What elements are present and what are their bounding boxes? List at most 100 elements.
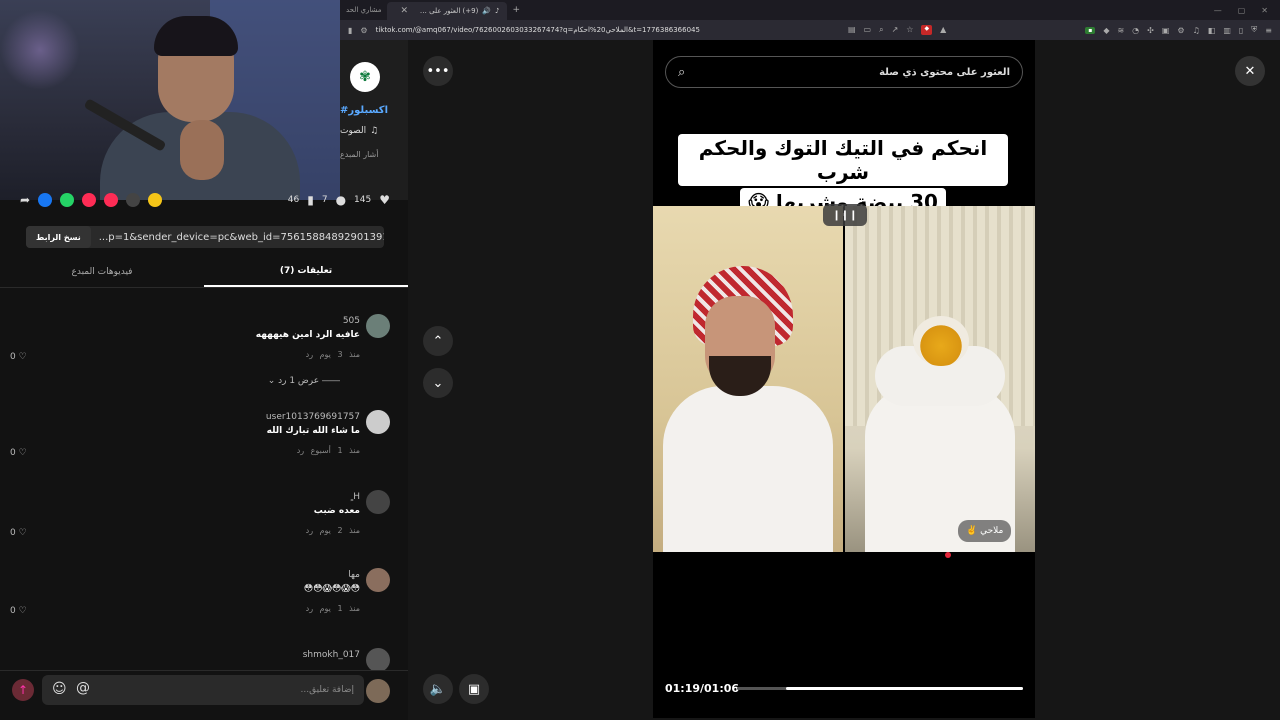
comment-author[interactable]: shmokh_017 <box>303 650 360 660</box>
extension-diamond-icon[interactable]: ◆ <box>1103 26 1109 35</box>
tab-comments[interactable]: (7) تعليقات <box>204 256 408 287</box>
comment-avatar[interactable] <box>366 568 390 592</box>
pip-mode-button[interactable]: ▣ <box>459 674 489 704</box>
share-page-icon[interactable]: ↗ <box>892 25 899 35</box>
hashtag-link[interactable]: #اكسبلور <box>340 105 388 116</box>
comment-input[interactable]: إضافة تعليق... <box>42 675 364 705</box>
pip-icon[interactable]: ▭ <box>864 25 872 35</box>
bookmark-save-icon[interactable]: ▮ <box>307 193 314 207</box>
comment-like[interactable]: 0 ♡ <box>10 528 27 538</box>
zoom-icon[interactable]: ⌕ <box>879 25 883 35</box>
tiktok-share-icon[interactable] <box>82 193 97 207</box>
recording-dot <box>945 552 951 558</box>
site-info-icon[interactable]: ⚙ <box>360 26 367 35</box>
heart-outline-icon: ♡ <box>18 352 27 362</box>
music-note-icon: ♫ <box>370 126 379 136</box>
tab-creator-videos[interactable]: فيديوهات المبدع <box>0 256 204 287</box>
copy-link-button[interactable]: نسخ الرابط <box>26 226 91 248</box>
menu-icon[interactable]: ≡ <box>1265 26 1272 35</box>
heart-outline-icon: ♡ <box>18 528 27 538</box>
heart-outline-icon: ♡ <box>18 448 27 458</box>
mention-icon[interactable]: @ <box>76 680 90 696</box>
music-icon[interactable]: ♫ <box>1193 26 1200 35</box>
shield-icon[interactable]: ⛨ <box>1251 25 1257 35</box>
comment-bubble-icon[interactable]: ● <box>336 193 346 207</box>
volume-button[interactable]: 🔈 <box>423 674 453 704</box>
warning-icon[interactable]: ▲ <box>940 25 946 35</box>
related-search-bar[interactable]: العثور على محتوى ذي صلة ⌕ <box>665 56 1023 88</box>
sidebar-icon[interactable]: ◧ <box>1208 26 1216 35</box>
comment-avatar[interactable] <box>366 410 390 434</box>
coin-icon[interactable] <box>148 193 163 207</box>
close-window-icon[interactable]: ✕ <box>1261 6 1268 15</box>
share-link-text[interactable]: ...p=1&sender_device=pc&web_id=756158848… <box>91 232 384 243</box>
close-tab-icon[interactable]: ✕ <box>395 6 413 16</box>
comment-composer: إضافة تعليق... ☺ @ ↑ <box>0 670 408 720</box>
profile-icon[interactable]: ▯ <box>1239 26 1243 35</box>
embed-icon[interactable] <box>126 193 141 207</box>
next-video-button[interactable]: ⌄ <box>423 368 453 398</box>
pinterest-icon[interactable] <box>104 193 119 207</box>
comment-like[interactable]: 0 ♡ <box>10 352 27 362</box>
comment-meta[interactable]: منذ 3 يوم رد <box>306 350 360 359</box>
extension-wifi-icon[interactable]: ≋ <box>1117 26 1124 35</box>
more-options-button[interactable]: ••• <box>423 56 453 86</box>
whatsapp-icon[interactable] <box>60 193 75 207</box>
address-bar: ▮ ⚙ tiktok.com/@amq067/video/76260026030… <box>340 20 1280 40</box>
close-video-button[interactable]: ✕ <box>1235 56 1265 86</box>
share-actions-row: ➦ 46 ▮ 7 ● 145 ♥ <box>20 190 390 210</box>
comment-text: عافيه الرد امين هيهههه <box>255 330 360 340</box>
browser-tab-prev[interactable]: مشاري الحد <box>340 6 387 14</box>
send-comment-button[interactable]: ↑ <box>12 679 34 701</box>
video-progress-bar[interactable] <box>737 687 1023 690</box>
comment-avatar[interactable] <box>366 314 390 338</box>
comment-item: shmokh_017 <box>10 648 390 670</box>
search-icon[interactable]: ⌕ <box>678 65 685 80</box>
facebook-icon[interactable] <box>38 193 53 207</box>
sound-row[interactable]: ♫ الصوت <box>340 126 378 136</box>
reader-icon[interactable]: ▤ <box>848 25 856 35</box>
likes-count: 145 <box>354 195 372 205</box>
comment-avatar[interactable] <box>366 648 390 670</box>
maximize-icon[interactable]: ▢ <box>1238 6 1246 15</box>
previous-video-button[interactable]: ⌃ <box>423 326 453 356</box>
comment-author[interactable]: user1013769691757 <box>266 412 360 422</box>
comment-meta[interactable]: منذ 2 يوم رد <box>306 526 360 535</box>
comment-item: مها 😳😱😳😱😳😳 منذ 1 يوم رد 0 ♡ <box>10 568 390 628</box>
share-arrow-icon[interactable]: ➦ <box>20 193 30 207</box>
brave-shield-icon[interactable]: ◆ <box>921 25 933 35</box>
screen: مشاري الحد ♪ 🔊 (9+) العثور على "احكام ال… <box>0 0 1280 720</box>
caption-line-1: انحكم في التيك التوك والحكم شرب <box>678 134 1008 186</box>
emoji-icon[interactable]: ☺ <box>52 681 67 697</box>
tiktok-icon: ♪ <box>495 7 500 15</box>
extension-box-icon[interactable]: ▣ <box>1162 26 1170 35</box>
tabs-icon[interactable]: ▥ <box>1223 26 1231 35</box>
creator-mention: أشار المبدع <box>340 150 379 159</box>
comment-meta[interactable]: منذ 1 يوم رد <box>306 604 360 613</box>
bookmark-icon[interactable]: ▮ <box>348 26 352 35</box>
comment-author[interactable]: H ٍ <box>351 492 360 502</box>
heart-icon[interactable]: ♥ <box>379 193 390 207</box>
extension-green-icon[interactable]: ▪ <box>1085 26 1096 34</box>
star-icon[interactable]: ☆ <box>906 25 913 35</box>
extension-puzzle-icon[interactable]: ✣ <box>1147 26 1154 35</box>
creator-avatar[interactable]: ✾ <box>350 62 380 92</box>
speaker-icon[interactable]: 🔊 <box>482 7 491 15</box>
comment-meta[interactable]: منذ 1 أسبوع رد <box>297 446 360 455</box>
comment-like[interactable]: 0 ♡ <box>10 606 27 616</box>
minimize-icon[interactable]: — <box>1214 6 1222 15</box>
extension-gear-icon[interactable]: ⚙ <box>1177 26 1184 35</box>
extension-bell-icon[interactable]: ◔ <box>1132 26 1139 35</box>
view-replies-button[interactable]: ―― عرض 1 رد ⌄ <box>268 376 340 386</box>
video-progress-fill <box>785 687 1023 690</box>
comment-avatar[interactable] <box>366 490 390 514</box>
saves-count: 46 <box>287 195 300 205</box>
window-controls: — ▢ ✕ <box>1214 6 1280 15</box>
browser-tab-active[interactable]: ♪ 🔊 (9+) العثور على "احكام الملاحي" ✕ <box>387 2 508 20</box>
comment-author[interactable]: مها <box>348 570 360 580</box>
comment-author[interactable]: 505 <box>343 316 360 326</box>
comment-text: معده ضبب <box>313 506 360 516</box>
comment-like[interactable]: 0 ♡ <box>10 448 27 458</box>
new-tab-icon[interactable]: + <box>507 5 525 15</box>
url-field[interactable]: tiktok.com/@amq067/video/762600260303326… <box>376 26 700 34</box>
